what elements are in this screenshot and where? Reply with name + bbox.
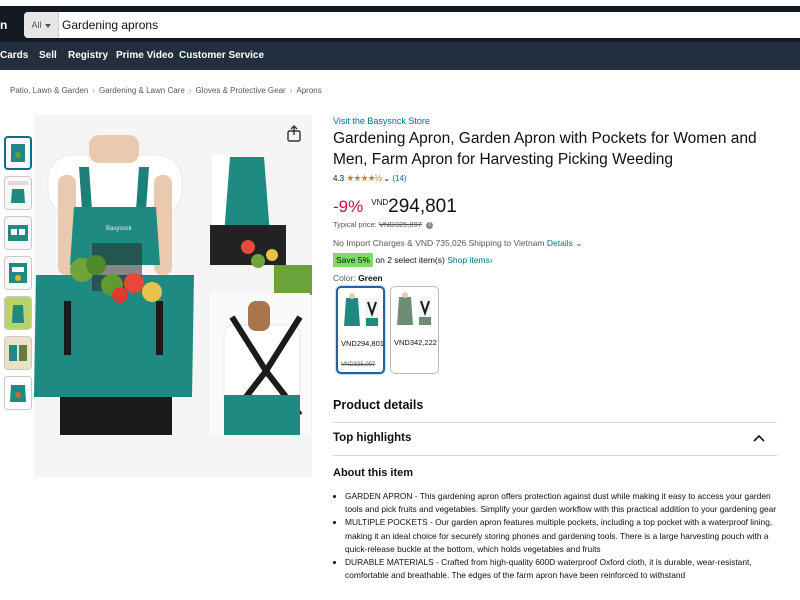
color-swatch-grey[interactable]: VND342,222 [390, 286, 439, 374]
about-heading: About this item [333, 467, 414, 479]
list-item: GARDEN APRON - This gardening apron offe… [345, 490, 789, 516]
top-header: n All [0, 0, 800, 42]
divider [333, 455, 777, 456]
nav-item-customer-service[interactable]: Customer Service [179, 42, 264, 70]
nav-item-gift-cards[interactable]: Cards [0, 42, 28, 70]
breadcrumb-separator-icon: › [188, 86, 192, 95]
breadcrumb-link[interactable]: Aprons [296, 86, 321, 95]
thumbnail-image [5, 337, 31, 369]
price-row: -9% VND294,801 [333, 196, 457, 218]
thumbnail-3[interactable] [4, 216, 32, 250]
search-bar: All [24, 12, 800, 38]
product-details-heading: Product details [333, 398, 424, 412]
about-bullet-list: GARDEN APRON - This gardening apron offe… [333, 490, 789, 582]
color-label-row: Color: Green [333, 273, 383, 283]
search-category-label: All [31, 20, 42, 30]
search-input[interactable] [62, 12, 762, 38]
chevron-right-icon[interactable]: › [490, 255, 493, 265]
share-icon[interactable] [285, 124, 303, 142]
breadcrumb-link[interactable]: Patio, Lawn & Garden [10, 86, 88, 95]
chevron-down-icon[interactable]: ⌄ [575, 238, 582, 248]
star-rating-icon[interactable]: ★★★★½ [346, 173, 382, 183]
chevron-up-icon[interactable] [752, 433, 766, 443]
typical-price: Typical price: VND325,097 i [333, 220, 433, 229]
chevron-down-icon[interactable]: ⌄ [383, 174, 390, 183]
swatch-image [341, 290, 382, 334]
shop-items-link[interactable]: Shop items [447, 255, 490, 265]
thumbnail-2[interactable] [4, 176, 32, 210]
save-text: on 2 select item(s) [375, 255, 445, 265]
top-highlights-heading[interactable]: Top highlights [333, 432, 411, 444]
list-item: MULTIPLE POCKETS - Our garden apron feat… [345, 516, 789, 556]
discount-percent: -9% [333, 197, 364, 216]
thumbnail-5[interactable] [4, 296, 32, 330]
price-amount: 294,801 [388, 196, 457, 217]
rating-row: 4.3 ★★★★½ ⌄ (14) [333, 173, 407, 184]
typical-price-label: Typical price: [333, 220, 377, 229]
typical-price-value: VND325,097 [378, 220, 422, 229]
breadcrumb: Patio, Lawn & Garden › Gardening & Lawn Ca… [10, 86, 322, 95]
logo-fragment[interactable]: n [0, 18, 7, 32]
product-photo: Basysnck [34, 115, 312, 477]
thumbnail-image [5, 297, 31, 329]
breadcrumb-separator-icon: › [92, 86, 95, 95]
search-category-select[interactable]: All [24, 12, 59, 38]
swatch-image [394, 289, 435, 333]
divider [333, 422, 777, 423]
thumbnail-image [11, 144, 25, 162]
info-icon[interactable]: i [425, 221, 433, 229]
coupon-row: Save 5% on 2 select item(s) Shop items› [333, 253, 493, 267]
shipping-info: No Import Charges & VND 735,026 Shipping… [333, 238, 582, 249]
save-badge: Save 5% [333, 253, 374, 267]
thumbnail-image [8, 225, 28, 241]
shipping-text: No Import Charges & VND 735,026 Shipping… [333, 238, 545, 248]
thumbnail-4[interactable] [4, 256, 32, 290]
thumbnail-image [8, 181, 28, 203]
color-swatch-green[interactable]: VND294,801 VND325,097 [336, 286, 385, 374]
swatch-list-price: VND325,097 [341, 362, 376, 368]
breadcrumb-separator-icon: › [289, 86, 293, 95]
list-item: DURABLE MATERIALS - Crafted from high-qu… [345, 556, 789, 582]
nav-bar: Cards Sell Registry Prime Video Customer… [0, 42, 800, 70]
currency-label: VND [371, 198, 389, 207]
breadcrumb-link[interactable]: Gardening & Lawn Care [99, 86, 185, 95]
apron-brand-text: Basysnck [106, 226, 133, 232]
thumbnail-1[interactable] [4, 136, 32, 170]
color-value: Green [358, 273, 383, 283]
chevron-down-icon [44, 23, 51, 28]
thumbnail-image [5, 377, 31, 409]
thumbnail-6[interactable] [4, 336, 32, 370]
nav-item-registry[interactable]: Registry [68, 42, 108, 70]
top-strip [0, 0, 800, 6]
product-title: Gardening Apron, Garden Apron with Pocke… [333, 130, 757, 168]
main-product-image[interactable]: Basysnck [34, 115, 312, 477]
rating-count-link[interactable]: (14) [392, 174, 406, 183]
swatch-price: VND342,222 [394, 338, 437, 347]
thumbnail-7[interactable] [4, 376, 32, 410]
breadcrumb-link[interactable]: Gloves & Protective Gear [195, 86, 285, 95]
nav-item-prime-video[interactable]: Prime Video [116, 42, 174, 70]
rating-value: 4.3 [333, 174, 345, 183]
shipping-details-link[interactable]: Details [547, 238, 573, 248]
nav-item-sell[interactable]: Sell [39, 42, 57, 70]
thumbnail-image [9, 263, 27, 283]
color-label: Color: [333, 273, 356, 283]
store-link[interactable]: Visit the Basysnck Store [333, 116, 430, 126]
swatch-price: VND294,801 [341, 339, 384, 348]
